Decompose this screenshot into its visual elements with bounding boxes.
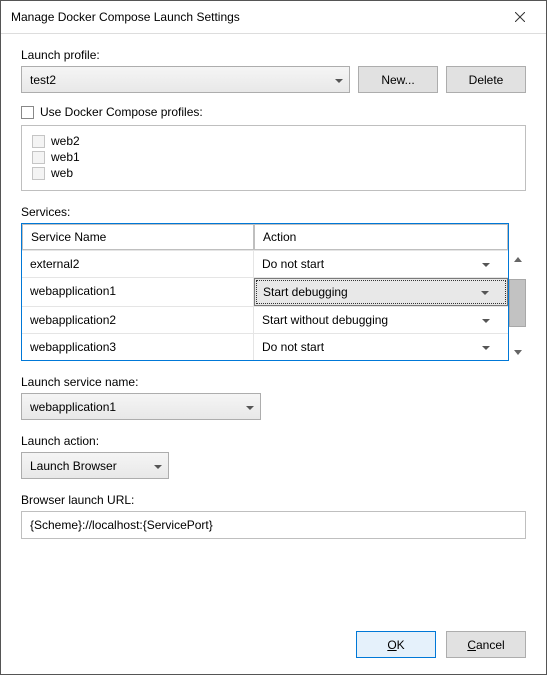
use-profiles-checkbox[interactable]	[21, 106, 34, 119]
profile-item: web2	[32, 134, 515, 148]
service-action-combo[interactable]: Start debugging	[254, 278, 508, 306]
chevron-down-icon	[154, 459, 162, 473]
service-row[interactable]: webapplication1 Start debugging	[22, 277, 508, 306]
profile-name: web1	[51, 150, 80, 164]
scroll-up-icon[interactable]	[509, 251, 526, 268]
chevron-down-icon	[482, 340, 490, 354]
launch-service-name-value: webapplication1	[30, 400, 116, 414]
profile-name: web2	[51, 134, 80, 148]
ok-button[interactable]: OK	[356, 631, 436, 658]
services-label: Services:	[21, 205, 526, 219]
browser-url-label: Browser launch URL:	[21, 493, 526, 507]
window-title: Manage Docker Compose Launch Settings	[11, 10, 240, 24]
dialog-content: Launch profile: test2 New... Delete Use …	[1, 34, 546, 619]
profile-item: web	[32, 166, 515, 180]
profile-checkbox[interactable]	[32, 167, 45, 180]
close-button[interactable]	[502, 7, 538, 27]
services-grid: Service Name Action external2 Do not sta…	[21, 223, 509, 361]
titlebar: Manage Docker Compose Launch Settings	[1, 1, 546, 34]
scroll-down-icon[interactable]	[509, 344, 526, 361]
chevron-down-icon	[482, 257, 490, 271]
new-button[interactable]: New...	[358, 66, 438, 93]
use-profiles-label: Use Docker Compose profiles:	[40, 105, 203, 119]
service-action-value: Start without debugging	[262, 313, 388, 327]
service-action-combo[interactable]: Start without debugging	[254, 307, 508, 333]
launch-service-name-combo[interactable]: webapplication1	[21, 393, 261, 420]
service-action-combo[interactable]: Do not start	[254, 251, 508, 277]
service-row[interactable]: webapplication2 Start without debugging	[22, 306, 508, 333]
service-action-value: Start debugging	[263, 285, 348, 299]
chevron-down-icon	[246, 400, 254, 414]
launch-service-name-label: Launch service name:	[21, 375, 526, 389]
service-name-cell: webapplication1	[22, 278, 254, 306]
profile-checkbox[interactable]	[32, 135, 45, 148]
chevron-down-icon	[335, 73, 343, 87]
service-name-cell: webapplication2	[22, 307, 254, 333]
chevron-down-icon	[482, 313, 490, 327]
services-scrollbar[interactable]	[509, 223, 526, 361]
use-profiles-checkbox-row: Use Docker Compose profiles:	[21, 105, 526, 119]
service-row[interactable]: external2 Do not start	[22, 250, 508, 277]
services-body: external2 Do not start webapplication1 S…	[22, 250, 508, 360]
launch-action-combo[interactable]: Launch Browser	[21, 452, 169, 479]
profiles-list: web2 web1 web	[21, 125, 526, 191]
cancel-button-label: Cancel	[467, 638, 504, 652]
service-action-value: Do not start	[262, 340, 324, 354]
service-name-cell: webapplication3	[22, 334, 254, 360]
profile-item: web1	[32, 150, 515, 164]
service-row[interactable]: webapplication3 Do not start	[22, 333, 508, 360]
launch-profile-combo[interactable]: test2	[21, 66, 350, 93]
ok-button-label: OK	[387, 638, 404, 652]
profile-name: web	[51, 166, 73, 180]
delete-button-label: Delete	[469, 73, 504, 87]
launch-profile-label: Launch profile:	[21, 48, 526, 62]
services-header: Service Name Action	[22, 224, 508, 250]
browser-url-input[interactable]	[21, 511, 526, 539]
service-action-combo[interactable]: Do not start	[254, 334, 508, 360]
scroll-thumb[interactable]	[509, 279, 526, 327]
profile-checkbox[interactable]	[32, 151, 45, 164]
service-action-value: Do not start	[262, 257, 324, 271]
launch-action-label: Launch action:	[21, 434, 526, 448]
launch-action-value: Launch Browser	[30, 459, 117, 473]
delete-button[interactable]: Delete	[446, 66, 526, 93]
service-name-cell: external2	[22, 251, 254, 277]
services-header-name[interactable]: Service Name	[22, 224, 254, 250]
cancel-button[interactable]: Cancel	[446, 631, 526, 658]
dialog-footer: OK Cancel	[1, 619, 546, 674]
services-header-action[interactable]: Action	[254, 224, 508, 250]
launch-profile-value: test2	[30, 73, 56, 87]
new-button-label: New...	[381, 73, 414, 87]
chevron-down-icon	[481, 285, 489, 299]
